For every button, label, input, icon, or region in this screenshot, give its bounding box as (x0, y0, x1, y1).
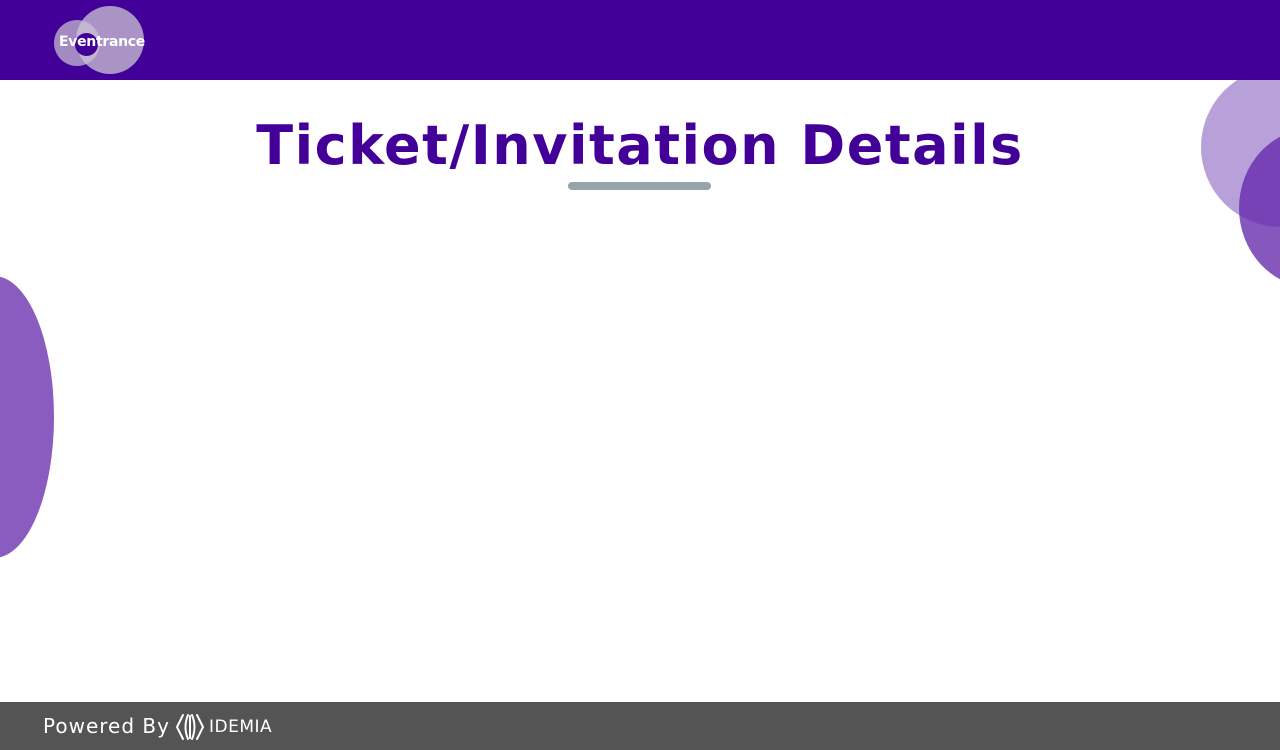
idemia-brand: IDEMIA (175, 713, 272, 741)
title-underline (568, 182, 711, 190)
idemia-logo-icon (176, 714, 204, 740)
eventrance-logo[interactable]: Eventrance (54, 6, 146, 75)
page-title: Ticket/Invitation Details (256, 114, 1024, 177)
idemia-brand-name: IDEMIA (209, 717, 273, 737)
logo-text: Eventrance (59, 34, 145, 50)
decorative-blob-left (0, 276, 54, 558)
title-section: Ticket/Invitation Details (0, 110, 1280, 182)
top-header-bar: Eventrance (0, 0, 1280, 80)
page: Eventrance Ticket/Invitation Details Pow… (0, 0, 1280, 750)
footer-bar: Powered By IDEMIA (0, 702, 1280, 750)
powered-by-label: Powered By (43, 714, 170, 738)
